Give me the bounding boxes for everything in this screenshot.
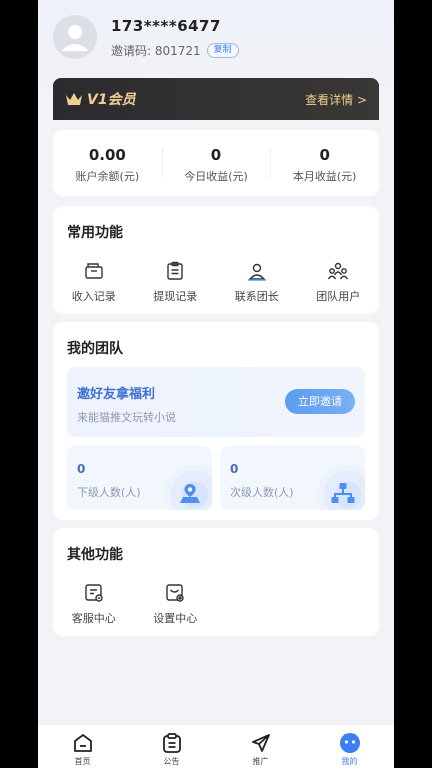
tab-label: 我的 (341, 757, 358, 766)
profile-icon (339, 733, 360, 753)
my-team-card: 我的团队 邀好友拿福利 来能猫推文玩转小说 立即邀请 0 下级人数(人) 0 次… (53, 322, 379, 520)
func-label: 提现记录 (153, 290, 198, 303)
invite-banner: 邀好友拿福利 来能猫推文玩转小说 立即邀请 (67, 367, 365, 437)
func-label: 设置中心 (153, 612, 198, 625)
team-count-label: 下级人数(人) (77, 486, 141, 499)
invite-banner-title: 邀好友拿福利 (77, 387, 156, 402)
tab-label: 首页 (74, 757, 91, 766)
secondary-count-box[interactable]: 0 次级人数(人) (220, 446, 365, 510)
person-badge-icon (247, 263, 266, 281)
app-screen: 173****6477 邀请码: 801721 复制 V1会员 查看详情 > 0… (38, 0, 394, 768)
copy-button[interactable]: 复制 (206, 43, 239, 58)
common-functions-card: 常用功能 收入记录 提现记录 联系团长 团队用户 (53, 206, 379, 314)
func-customer-service[interactable]: 客服中心 (53, 582, 135, 626)
func-income-records[interactable]: 收入记录 (53, 260, 135, 304)
section-title: 常用功能 (67, 225, 123, 241)
team-count: 0 (230, 462, 239, 476)
tab-label: 推广 (252, 757, 269, 766)
vip-detail-link[interactable]: 查看详情 > (305, 91, 367, 108)
func-contact-leader[interactable]: 联系团长 (216, 260, 298, 304)
stat-label: 本月收益(元) (292, 170, 357, 183)
wallet-icon (85, 263, 103, 279)
team-count: 0 (77, 462, 86, 476)
vip-banner[interactable]: V1会员 查看详情 > (53, 78, 379, 120)
stat-value: 0.00 (88, 146, 126, 164)
user-icon (61, 25, 89, 51)
settings-icon (166, 584, 184, 602)
vip-title: V1会员 (87, 92, 136, 108)
func-settings[interactable]: 设置中心 (135, 582, 217, 626)
stat-balance[interactable]: 0.00 账户余额(元) (53, 130, 162, 196)
tab-notice[interactable]: 公告 (127, 725, 216, 768)
tab-promote[interactable]: 推广 (216, 725, 305, 768)
func-label: 客服中心 (71, 612, 116, 625)
earnings-card: 0.00 账户余额(元) 0 今日收益(元) 0 本月收益(元) (53, 130, 379, 196)
notice-icon (162, 733, 181, 753)
clipboard-icon (167, 261, 183, 280)
crown-icon (66, 93, 82, 105)
send-icon (251, 734, 270, 752)
subordinate-count-box[interactable]: 0 下级人数(人) (67, 446, 212, 510)
tab-mine[interactable]: 我的 (305, 725, 394, 768)
section-title: 其他功能 (67, 547, 123, 563)
func-label: 收入记录 (71, 290, 116, 303)
stat-value: 0 (210, 146, 222, 164)
func-label: 团队用户 (316, 290, 361, 303)
tab-home[interactable]: 首页 (38, 725, 127, 768)
stat-today[interactable]: 0 今日收益(元) (161, 130, 271, 196)
service-icon (85, 584, 103, 602)
stat-label: 账户余额(元) (75, 170, 140, 183)
home-icon (73, 734, 92, 752)
invite-banner-subtitle: 来能猫推文玩转小说 (77, 411, 176, 424)
stat-value: 0 (319, 146, 330, 164)
func-label: 联系团长 (234, 290, 279, 303)
avatar[interactable] (53, 15, 97, 59)
func-withdraw-records[interactable]: 提现记录 (135, 260, 217, 304)
stat-label: 今日收益(元) (184, 170, 248, 183)
invite-code: 邀请码: 801721 (111, 44, 201, 58)
team-count-label: 次级人数(人) (230, 486, 294, 499)
tab-label: 公告 (163, 757, 180, 766)
hierarchy-icon (331, 483, 355, 503)
person-pin-icon (180, 484, 200, 503)
stat-month[interactable]: 0 本月收益(元) (270, 130, 379, 196)
func-team-users[interactable]: 团队用户 (298, 260, 380, 304)
invite-now-button[interactable]: 立即邀请 (285, 389, 355, 414)
invite-code-row: 邀请码: 801721 复制 (111, 42, 239, 59)
group-icon (328, 262, 349, 280)
other-functions-card: 其他功能 客服中心 设置中心 (53, 528, 379, 636)
bottom-tab-bar: 首页 公告 推广 我的 (38, 724, 394, 768)
section-title: 我的团队 (67, 341, 123, 357)
user-phone: 173****6477 (111, 17, 221, 35)
